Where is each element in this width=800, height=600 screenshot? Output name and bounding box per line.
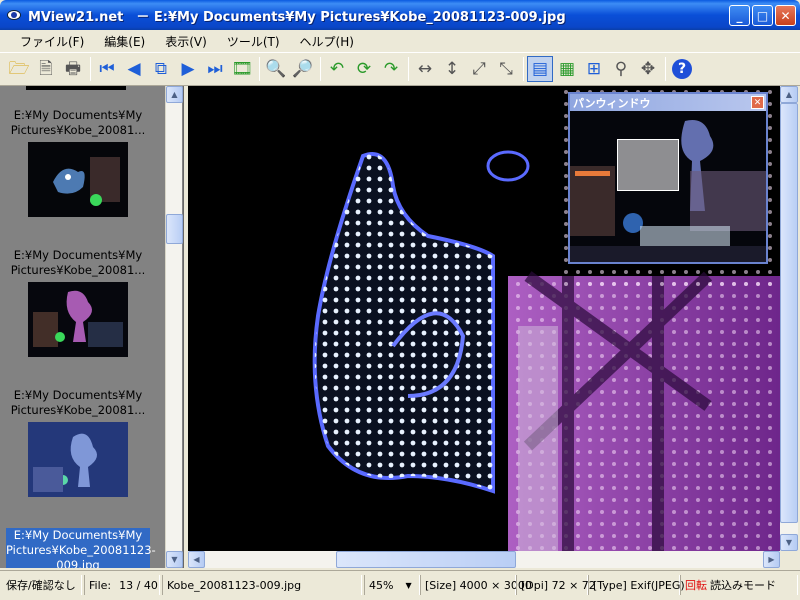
fit-width-icon[interactable]: ↔ bbox=[412, 56, 438, 82]
image-horizontal-scrollbar[interactable]: ◀ ▶ bbox=[188, 551, 780, 568]
toolbar-separator bbox=[259, 57, 260, 81]
thumbnail-image bbox=[28, 142, 128, 217]
pan-window-preview[interactable] bbox=[570, 111, 766, 262]
status-file-count: 13 / 40 bbox=[119, 578, 158, 592]
rotate-right-icon[interactable]: ↷ bbox=[378, 56, 404, 82]
fit-window-icon[interactable]: ⤢ bbox=[466, 56, 492, 82]
slideshow-icon[interactable]: 🎞 bbox=[229, 56, 255, 82]
maximize-button[interactable]: □ bbox=[752, 5, 773, 26]
open-file-icon[interactable]: 🗎 bbox=[33, 56, 59, 82]
pan-window-title: パンウィンドウ bbox=[573, 96, 651, 110]
thumbnail-scrollbar[interactable]: ▲ ▼ bbox=[165, 86, 183, 568]
window-title: MView21.net － E:¥My Documents¥My Picture… bbox=[28, 9, 566, 25]
scroll-up-button[interactable]: ▲ bbox=[166, 86, 183, 103]
first-image-icon[interactable]: ⏮ bbox=[94, 56, 120, 82]
scroll-thumb[interactable] bbox=[780, 103, 798, 523]
thumbnail-item[interactable]: E:¥My Documents¥My Pictures¥Kobe_20081..… bbox=[6, 248, 150, 357]
menu-file[interactable]: ファイル(F) bbox=[10, 33, 94, 50]
thumbnail-caption: E:¥My Documents¥My Pictures¥Kobe_20081..… bbox=[10, 388, 146, 417]
pan-viewport-rectangle[interactable] bbox=[617, 139, 679, 191]
pan-window-close-button[interactable]: ✕ bbox=[751, 96, 764, 109]
toolbar-separator bbox=[408, 57, 409, 81]
status-type: [Type] Exif(JPEG) bbox=[588, 575, 685, 595]
status-save-state: 保存/確認なし bbox=[2, 575, 82, 595]
pin-icon[interactable]: ⚲ bbox=[608, 56, 634, 82]
move-icon[interactable]: ✥ bbox=[635, 56, 661, 82]
toolbar-separator bbox=[523, 57, 524, 81]
copy-image-icon[interactable]: ⧉ bbox=[148, 56, 174, 82]
thumbnail-image bbox=[28, 422, 128, 497]
last-image-icon[interactable]: ⏭ bbox=[202, 56, 228, 82]
rotate-left-icon[interactable]: ↶ bbox=[324, 56, 350, 82]
menu-edit[interactable]: 編集(E) bbox=[94, 33, 155, 50]
status-dpi: [Dpi] 72 × 72 bbox=[516, 575, 596, 595]
toolbar-separator bbox=[90, 57, 91, 81]
minimize-button[interactable]: _ bbox=[729, 5, 750, 26]
scroll-down-button[interactable]: ▼ bbox=[780, 534, 798, 551]
status-filename: Kobe_20081123-009.jpg bbox=[162, 575, 362, 595]
fit-height-icon[interactable]: ↕ bbox=[439, 56, 465, 82]
zoom-in-icon[interactable]: 🔍 bbox=[263, 56, 289, 82]
thumbnail-caption: E:¥My Documents¥My Pictures¥Kobe_2008112… bbox=[6, 528, 156, 568]
scroll-left-button[interactable]: ◀ bbox=[188, 551, 205, 568]
status-size: [Size] 4000 × 3000 bbox=[420, 575, 532, 595]
status-file-label: File: bbox=[89, 578, 112, 592]
scroll-right-button[interactable]: ▶ bbox=[763, 551, 780, 568]
chevron-down-icon: ▼ bbox=[405, 580, 412, 590]
thumbnail-image bbox=[28, 282, 128, 357]
help-icon[interactable]: ? bbox=[669, 56, 695, 82]
title-bar[interactable]: MView21.net － E:¥My Documents¥My Picture… bbox=[0, 0, 800, 30]
toolbar-separator bbox=[665, 57, 666, 81]
close-button[interactable]: ✕ bbox=[775, 5, 796, 26]
thumbnail-image-partial bbox=[26, 86, 126, 90]
next-image-icon[interactable]: ▶ bbox=[175, 56, 201, 82]
status-read-mode: 読込みモード bbox=[710, 579, 776, 592]
rotate-icon[interactable]: ⟳ bbox=[351, 56, 377, 82]
map-view-icon[interactable]: ▦ bbox=[554, 56, 580, 82]
status-mode: 回転 読込みモード bbox=[680, 575, 798, 595]
status-zoom-dropdown[interactable]: 45% ▼ bbox=[364, 575, 420, 595]
pan-window[interactable]: パンウィンドウ ✕ bbox=[568, 92, 768, 264]
status-rotation: 回転 bbox=[685, 579, 707, 592]
scroll-thumb[interactable] bbox=[166, 214, 183, 244]
scroll-thumb[interactable] bbox=[336, 551, 516, 568]
menu-view[interactable]: 表示(V) bbox=[155, 33, 217, 50]
pan-window-titlebar[interactable]: パンウィンドウ ✕ bbox=[570, 94, 766, 111]
toolbar-separator bbox=[320, 57, 321, 81]
thumbnail-caption: E:¥My Documents¥My Pictures¥Kobe_20081..… bbox=[10, 108, 146, 137]
toolbar: 🗁 🗎 🖶 ⏮ ◀ ⧉ ▶ ⏭ 🎞 🔍 🔎 ↶ ⟳ ↷ ↔ ↕ ⤢ ⤡ ▤ ▦ … bbox=[0, 52, 800, 86]
status-zoom-value: 45% bbox=[369, 578, 394, 592]
status-file-position: File: 13 / 40 bbox=[84, 575, 160, 595]
scroll-up-button[interactable]: ▲ bbox=[780, 86, 798, 103]
actual-size-icon[interactable]: ⤡ bbox=[493, 56, 519, 82]
menu-tools[interactable]: ツール(T) bbox=[217, 33, 290, 50]
status-bar: 保存/確認なし File: 13 / 40 Kobe_20081123-009.… bbox=[0, 570, 800, 600]
thumbnail-caption: E:¥My Documents¥My Pictures¥Kobe_20081..… bbox=[10, 248, 146, 277]
menu-bar: ファイル(F) 編集(E) 表示(V) ツール(T) ヘルプ(H) bbox=[0, 30, 800, 52]
zoom-out-icon[interactable]: 🔎 bbox=[290, 56, 316, 82]
image-vertical-scrollbar[interactable]: ▲ ▼ bbox=[780, 86, 798, 551]
previous-image-icon[interactable]: ◀ bbox=[121, 56, 147, 82]
scroll-down-button[interactable]: ▼ bbox=[166, 551, 183, 568]
app-eye-icon bbox=[6, 7, 22, 23]
open-folder-icon[interactable]: 🗁 bbox=[6, 56, 32, 82]
thumbnail-panel[interactable]: E:¥My Documents¥My Pictures¥Kobe_20081..… bbox=[0, 86, 184, 568]
print-icon[interactable]: 🖶 bbox=[60, 56, 86, 82]
thumbnail-item[interactable]: E:¥My Documents¥My Pictures¥Kobe_20081..… bbox=[6, 388, 150, 497]
grid-view-icon[interactable]: ⊞ bbox=[581, 56, 607, 82]
thumbnail-view-icon[interactable]: ▤ bbox=[527, 56, 553, 82]
menu-help[interactable]: ヘルプ(H) bbox=[290, 33, 364, 50]
thumbnail-item-selected[interactable]: E:¥My Documents¥My Pictures¥Kobe_2008112… bbox=[6, 528, 156, 568]
thumbnail-item[interactable]: E:¥My Documents¥My Pictures¥Kobe_20081..… bbox=[6, 108, 150, 217]
scrollbar-corner bbox=[780, 551, 798, 568]
